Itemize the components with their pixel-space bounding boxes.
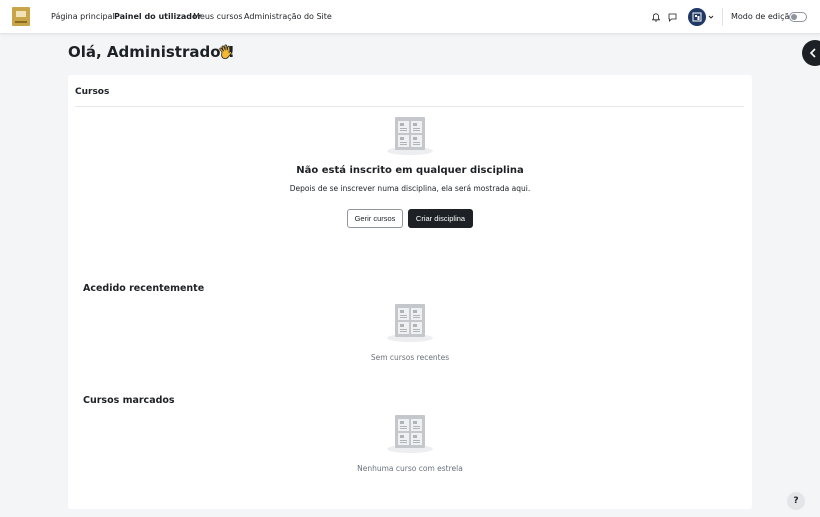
starred-empty-text: Nenhuma curso com estrela [357, 464, 463, 473]
chat-icon[interactable] [668, 0, 677, 34]
nav-item-site-admin[interactable]: Administração do Site [244, 12, 332, 21]
recent-empty-illustration [385, 304, 435, 344]
recent-heading: Acedido recentemente [83, 283, 205, 294]
starred-heading: Cursos marcados [83, 395, 175, 406]
create-course-button[interactable]: Criar disciplina [408, 209, 473, 228]
edit-mode-toggle[interactable] [789, 12, 807, 22]
no-courses-illustration [385, 117, 435, 157]
nav-item-my-courses[interactable]: Meus cursos [193, 12, 243, 21]
page-title: Olá, Administrador! [68, 43, 235, 61]
manage-courses-button[interactable]: Gerir cursos [347, 209, 403, 228]
site-logo[interactable] [12, 7, 30, 26]
waving-hand-icon [217, 43, 235, 63]
recent-empty-text: Sem cursos recentes [370, 353, 450, 362]
chevron-down-icon[interactable] [708, 13, 714, 22]
open-drawer-button[interactable] [802, 40, 820, 66]
help-button[interactable]: ? [787, 492, 805, 510]
nav-item-dashboard[interactable]: Painel do utilizador [114, 12, 201, 21]
nav-item-home[interactable]: Página principal [51, 12, 115, 21]
courses-heading: Cursos [75, 87, 110, 97]
courses-card: Cursos Não está inscrito em qualquer dis… [68, 75, 752, 509]
navbar-divider [722, 8, 723, 26]
user-avatar[interactable] [688, 8, 706, 26]
courses-divider [75, 106, 744, 107]
edit-mode-label: Modo de edição [731, 12, 795, 21]
starred-empty-illustration [385, 415, 435, 455]
no-courses-title: Não está inscrito em qualquer disciplina [296, 165, 524, 176]
bell-icon[interactable] [652, 0, 660, 34]
no-courses-description: Depois de se inscrever numa disciplina, … [289, 184, 531, 193]
navbar: Página principal Painel do utilizador Me… [0, 0, 820, 34]
